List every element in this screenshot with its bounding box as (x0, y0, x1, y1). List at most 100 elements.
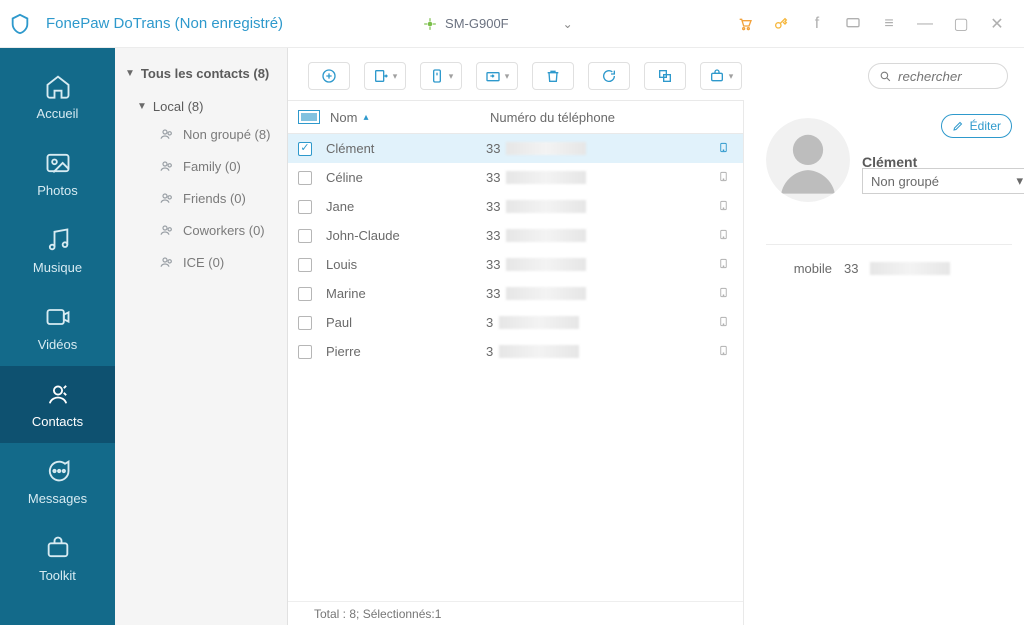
table-row[interactable]: John-Claude33 (288, 221, 743, 250)
status-footer: Total : 8; Sélectionnés:1 (288, 601, 743, 625)
facebook-icon[interactable]: f (808, 15, 826, 33)
nav-accueil[interactable]: Accueil (0, 58, 115, 135)
refresh-button[interactable] (588, 62, 630, 90)
titlebar: FonePaw DoTrans (Non enregistré) SM-G900… (0, 0, 1024, 48)
col-name-label: Nom (330, 110, 357, 125)
phone-icon (718, 169, 729, 187)
row-checkbox[interactable] (298, 345, 312, 359)
contact-phone: 33 (486, 286, 706, 301)
contacts-table: Nom ▴ Numéro du téléphone Clément33Célin… (288, 100, 744, 625)
tree-label: Family (0) (183, 159, 241, 174)
col-name[interactable]: Nom ▴ (330, 110, 480, 125)
cart-icon[interactable] (736, 15, 754, 33)
avatar (766, 118, 850, 202)
separator (766, 244, 1012, 245)
tree-group-family[interactable]: Family (0) (159, 150, 287, 182)
group-select[interactable]: Non groupé ▾ (862, 168, 1024, 194)
delete-button[interactable] (532, 62, 574, 90)
nav-photos[interactable]: Photos (0, 135, 115, 212)
contact-phone: 33 (486, 141, 706, 156)
tree-group-coworkers[interactable]: Coworkers (0) (159, 214, 287, 246)
nav-label: Vidéos (38, 337, 78, 352)
contact-phone: 3 (486, 315, 706, 330)
contact-name: Pierre (326, 344, 476, 359)
table-rows: Clément33Céline33Jane33John-Claude33Loui… (288, 134, 743, 601)
redacted (499, 345, 579, 358)
phone-icon (718, 227, 729, 245)
maximize-button[interactable]: ▢ (952, 15, 970, 33)
nav-musique[interactable]: Musique (0, 212, 115, 289)
minimize-button[interactable]: — (916, 15, 934, 33)
row-checkbox[interactable] (298, 287, 312, 301)
row-checkbox[interactable] (298, 200, 312, 214)
device-name: SM-G900F (445, 16, 509, 31)
tree-group-ice[interactable]: ICE (0) (159, 246, 287, 278)
table-row[interactable]: Louis33 (288, 250, 743, 279)
export-button[interactable]: ▾ (364, 62, 406, 90)
phone-icon (718, 198, 729, 216)
table-row[interactable]: Jane33 (288, 192, 743, 221)
phone-icon (718, 256, 729, 274)
row-checkbox[interactable] (298, 171, 312, 185)
caret-down-icon: ▾ (505, 71, 510, 82)
contact-phone: 33 (486, 199, 706, 214)
col-phone[interactable]: Numéro du téléphone (490, 110, 615, 125)
contact-detail: Éditer Clément Non groupé ▾ mobile 33 (744, 100, 1024, 625)
sidenav: Accueil Photos Musique Vidéos Contacts M… (0, 48, 115, 625)
tree-group-nongroupe[interactable]: Non groupé (8) (159, 118, 287, 150)
add-contact-button[interactable] (308, 62, 350, 90)
tree-local[interactable]: ▼ Local (8) (137, 95, 287, 118)
split: Nom ▴ Numéro du téléphone Clément33Célin… (288, 100, 1024, 625)
tree-group-friends[interactable]: Friends (0) (159, 182, 287, 214)
contact-phone: 33 (486, 170, 706, 185)
tree-label: Friends (0) (183, 191, 246, 206)
row-checkbox[interactable] (298, 258, 312, 272)
sort-asc-icon: ▴ (363, 112, 368, 123)
content: ▾ ▾ ▾ ▾ (288, 48, 1024, 625)
nav-contacts[interactable]: Contacts (0, 366, 115, 443)
table-row[interactable]: Clément33 (288, 134, 743, 163)
nav-toolkit[interactable]: Toolkit (0, 520, 115, 597)
import-button[interactable]: ▾ (420, 62, 462, 90)
key-icon[interactable] (772, 15, 790, 33)
contacts-tree: ▼ Tous les contacts (8) ▼ Local (8) Non … (115, 48, 288, 625)
dedupe-button[interactable] (644, 62, 686, 90)
contact-name: Paul (326, 315, 476, 330)
feedback-icon[interactable] (844, 15, 862, 33)
tree-label: Local (8) (153, 99, 204, 114)
row-checkbox[interactable] (298, 316, 312, 330)
row-checkbox[interactable] (298, 229, 312, 243)
edit-button[interactable]: Éditer (941, 114, 1012, 138)
transfer-button[interactable]: ▾ (476, 62, 518, 90)
contact-name: Louis (326, 257, 476, 272)
redacted (506, 142, 586, 155)
redacted (506, 200, 586, 213)
main-area: Accueil Photos Musique Vidéos Contacts M… (0, 48, 1024, 625)
table-row[interactable]: Paul 3 (288, 308, 743, 337)
nav-videos[interactable]: Vidéos (0, 289, 115, 366)
backup-button[interactable]: ▾ (700, 62, 742, 90)
redacted (506, 258, 586, 271)
tree-label: ICE (0) (183, 255, 224, 270)
table-row[interactable]: Pierre3 (288, 337, 743, 366)
phone-prefix: 33 (844, 261, 858, 276)
status-text: Total : 8; Sélectionnés:1 (314, 607, 441, 621)
close-button[interactable]: ✕ (988, 15, 1006, 33)
contact-name: Céline (326, 170, 476, 185)
row-checkbox[interactable] (298, 142, 312, 156)
chevron-down-icon: ⌄ (563, 17, 573, 31)
device-selector[interactable]: SM-G900F ⌄ (423, 16, 573, 31)
search-input[interactable] (898, 69, 988, 84)
nav-label: Contacts (32, 414, 83, 429)
tree-all-contacts[interactable]: ▼ Tous les contacts (8) (115, 60, 287, 87)
table-row[interactable]: Céline 33 (288, 163, 743, 192)
select-all-checkbox[interactable] (298, 110, 320, 124)
phone-icon (718, 285, 729, 303)
search-box[interactable] (868, 63, 1008, 89)
menu-icon[interactable]: ≡ (880, 15, 898, 33)
table-row[interactable]: Marine33 (288, 279, 743, 308)
nav-messages[interactable]: Messages (0, 443, 115, 520)
search-icon (879, 70, 892, 83)
contact-phone: 33 (486, 228, 706, 243)
window-actions: f ≡ — ▢ ✕ (736, 15, 1024, 33)
